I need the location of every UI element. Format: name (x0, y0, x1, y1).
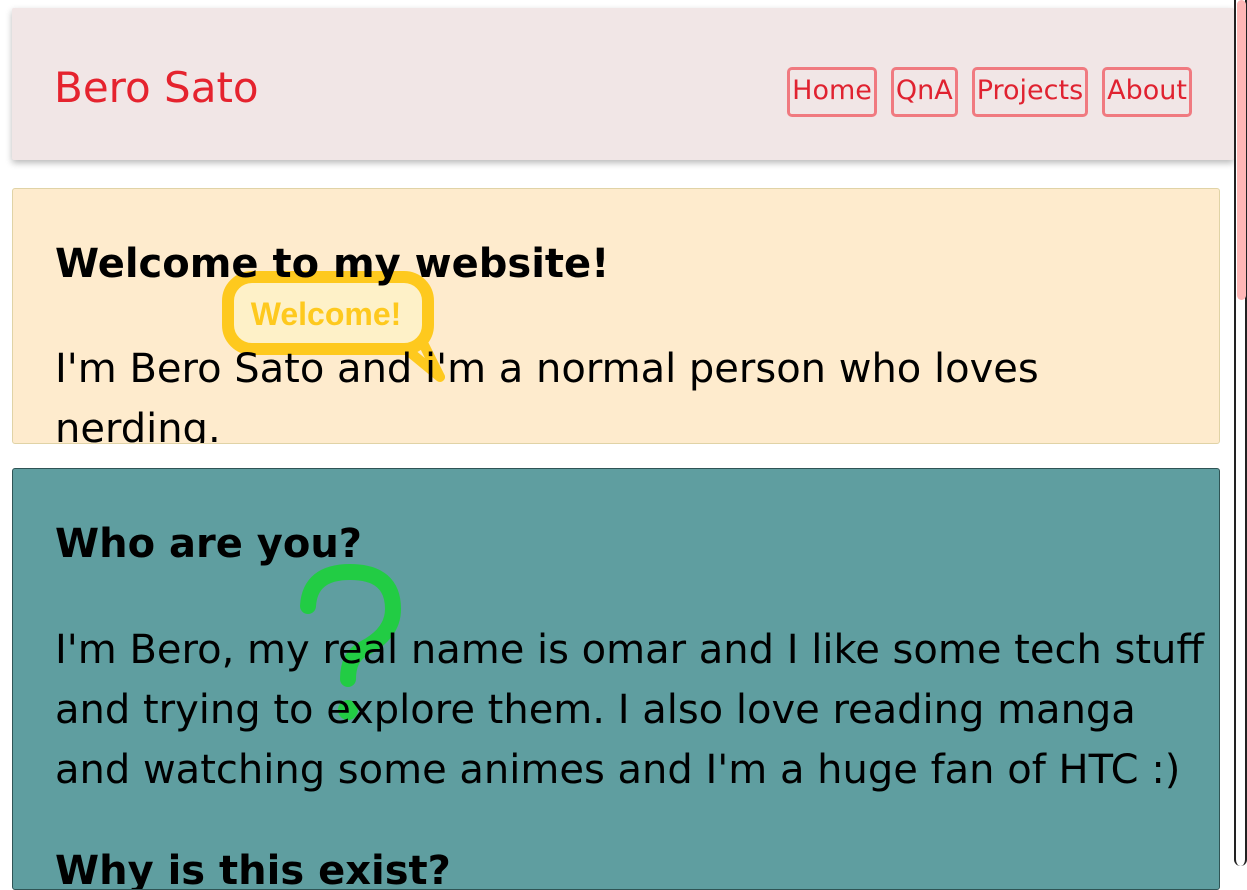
nav-qna-button[interactable]: QnA (890, 67, 958, 117)
who-heading: Who are you? (55, 521, 363, 567)
nav-about-button[interactable]: About (1102, 67, 1192, 117)
scrollbar-thumb[interactable] (1237, 0, 1246, 300)
page-scrollbar[interactable] (1234, 0, 1247, 866)
main-nav: Home QnA Projects About (787, 67, 1192, 117)
welcome-heading: Welcome to my website! (55, 241, 610, 287)
welcome-card: Welcome! Welcome to my website! I'm Bero… (12, 188, 1220, 444)
nav-projects-button[interactable]: Projects (971, 67, 1089, 117)
who-card: Who are you? I'm Bero, my real name is o… (12, 468, 1220, 890)
welcome-graphic-label: Welcome! (251, 296, 402, 332)
site-title[interactable]: Bero Sato (54, 63, 259, 113)
nav-home-button[interactable]: Home (787, 67, 877, 117)
welcome-text: I'm Bero Sato and i'm a normal person wh… (55, 346, 1039, 444)
why-heading: Why is this exist? (55, 848, 451, 890)
who-text: I'm Bero, my real name is omar and I lik… (55, 627, 1204, 793)
site-header: Bero Sato Home QnA Projects About (12, 8, 1234, 160)
